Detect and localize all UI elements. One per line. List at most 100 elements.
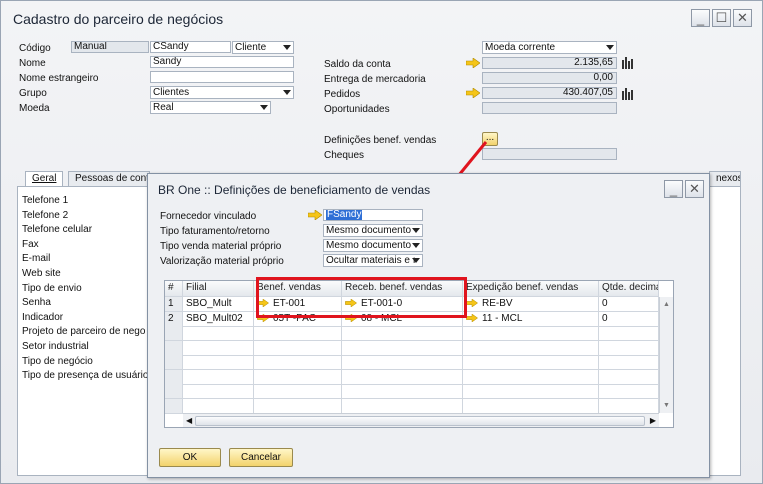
grid-cell[interactable] [342,398,463,414]
chevron-down-icon [283,90,291,95]
grid-cell[interactable] [463,398,599,414]
moeda-select[interactable]: Real [150,101,271,114]
pedidos-field: 430.407,05 [482,87,617,99]
grid-cell[interactable] [254,355,342,370]
moeda-value: Real [153,102,174,113]
nome-estrangeiro-field[interactable] [150,71,294,83]
cancel-button[interactable]: Cancelar [229,448,293,467]
grid-cell[interactable]: 0 [599,297,659,312]
valorizacao-select[interactable]: Ocultar materiais e ı [323,254,423,267]
tipo-fat-label: Tipo faturamento/retorno [160,226,270,237]
nome-field[interactable]: Sandy [150,56,294,68]
link-arrow-icon[interactable] [466,88,480,98]
codigo-field[interactable]: CSandy [150,41,231,53]
chevron-down-icon [412,228,420,233]
tab-pessoas-contato[interactable]: Pessoas de conta [68,171,150,186]
dialog-minimize-button[interactable]: _ [664,180,683,198]
grid-cell[interactable] [254,326,342,341]
link-arrow-icon[interactable] [466,313,479,322]
column-header: Qtde. decimais [599,281,659,297]
chart-icon[interactable] [621,87,635,100]
link-arrow-icon[interactable] [466,298,479,308]
cell-value: SBO_Mult [186,298,232,309]
grid-cell[interactable] [599,340,659,356]
codigo-series[interactable]: Manual [71,41,149,53]
grid-cell[interactable] [599,355,659,370]
grid-cell[interactable] [342,384,463,399]
grid-cell[interactable] [342,340,463,356]
grid-cell[interactable] [254,384,342,399]
column-header: # [165,281,183,297]
codigo-kind-select[interactable]: Cliente [232,41,294,54]
grid-cell[interactable] [599,384,659,399]
fornecedor-field[interactable]: FSandy [323,209,423,221]
tipo-venda-select[interactable]: Mesmo documento [323,239,423,252]
scroll-up-icon[interactable]: ▲ [663,301,670,308]
grid-cell[interactable] [599,326,659,341]
grid-cell[interactable] [183,355,254,370]
cheques-field [482,148,617,160]
grid-cell[interactable] [183,340,254,356]
grid-cell[interactable]: 11 - MCL [463,311,599,327]
grid-cell[interactable] [463,326,599,341]
dialog-close-button[interactable]: ✕ [685,180,704,198]
geral-field-label: Telefone 1 [22,195,69,206]
nome-label: Nome [19,58,46,69]
ok-button[interactable]: OK [159,448,221,467]
grid-cell[interactable] [342,326,463,341]
tab-geral[interactable]: Geral [25,171,64,186]
grid-cell[interactable]: RE-BV [463,297,599,312]
minimize-button[interactable]: _ [691,9,710,27]
chart-icon[interactable] [621,56,635,69]
grid-cell[interactable] [463,355,599,370]
scroll-right-icon[interactable]: ▶ [650,416,656,425]
horizontal-scrollbar[interactable]: ◀ ▶ [183,413,659,427]
grid-cell[interactable] [254,369,342,385]
maximize-button[interactable]: ☐ [712,9,731,27]
close-button[interactable]: ✕ [733,9,752,27]
vertical-scrollbar[interactable]: ▲ ▼ [659,297,673,413]
grid-cell[interactable] [183,326,254,341]
link-arrow-icon[interactable] [466,58,480,68]
grid-cell[interactable] [599,369,659,385]
grid-cell[interactable] [342,369,463,385]
row-number [165,369,183,385]
grid-cell[interactable]: SBO_Mult [183,297,254,312]
grid-cell[interactable] [254,398,342,414]
saldo-field: 2.135,65 [482,57,617,69]
cell-value: 2 [168,312,174,324]
tipo-fat-select[interactable]: Mesmo documento [323,224,423,237]
grid-cell[interactable] [463,340,599,356]
geral-field-label: Tipo de presença de usuário [22,370,149,382]
grid-cell[interactable]: 0 [599,311,659,327]
grid-cell[interactable] [463,369,599,385]
scroll-thumb[interactable] [195,416,645,426]
geral-field-label: Tipo de negócio [22,355,93,367]
saldo-label: Saldo da conta [324,59,391,70]
chevron-down-icon [412,243,420,248]
cheques-label: Cheques [324,150,365,161]
grid-cell[interactable] [599,398,659,414]
scroll-down-icon[interactable]: ▼ [663,402,670,409]
grid-cell[interactable]: SBO_Mult02 [183,311,254,327]
moeda-corrente-select[interactable]: Moeda corrente [482,41,617,54]
grid-cell[interactable] [342,355,463,370]
grid-cell[interactable] [183,369,254,385]
chevron-down-icon [283,45,291,50]
tab-anexos[interactable]: nexos [709,171,741,186]
grid-cell[interactable] [463,384,599,399]
benef-dialog: BR One :: Definições de beneficiamento d… [147,173,710,478]
scroll-left-icon[interactable]: ◀ [186,416,192,425]
geral-field-label: Telefone celular [22,224,93,236]
grupo-select[interactable]: Clientes [150,86,294,99]
grid-cell[interactable] [183,398,254,414]
oportunidades-field [482,102,617,114]
grid-cell[interactable] [183,384,254,399]
link-arrow-icon[interactable] [308,210,322,220]
tipo-venda-value: Mesmo documento [326,240,412,251]
window-title: Cadastro do parceiro de negócios [13,11,224,27]
row-number [165,326,183,341]
cell-value: 11 - MCL [482,312,523,324]
grid-cell[interactable] [254,340,342,356]
dialog-title: BR One :: Definições de beneficiamento d… [158,183,431,197]
